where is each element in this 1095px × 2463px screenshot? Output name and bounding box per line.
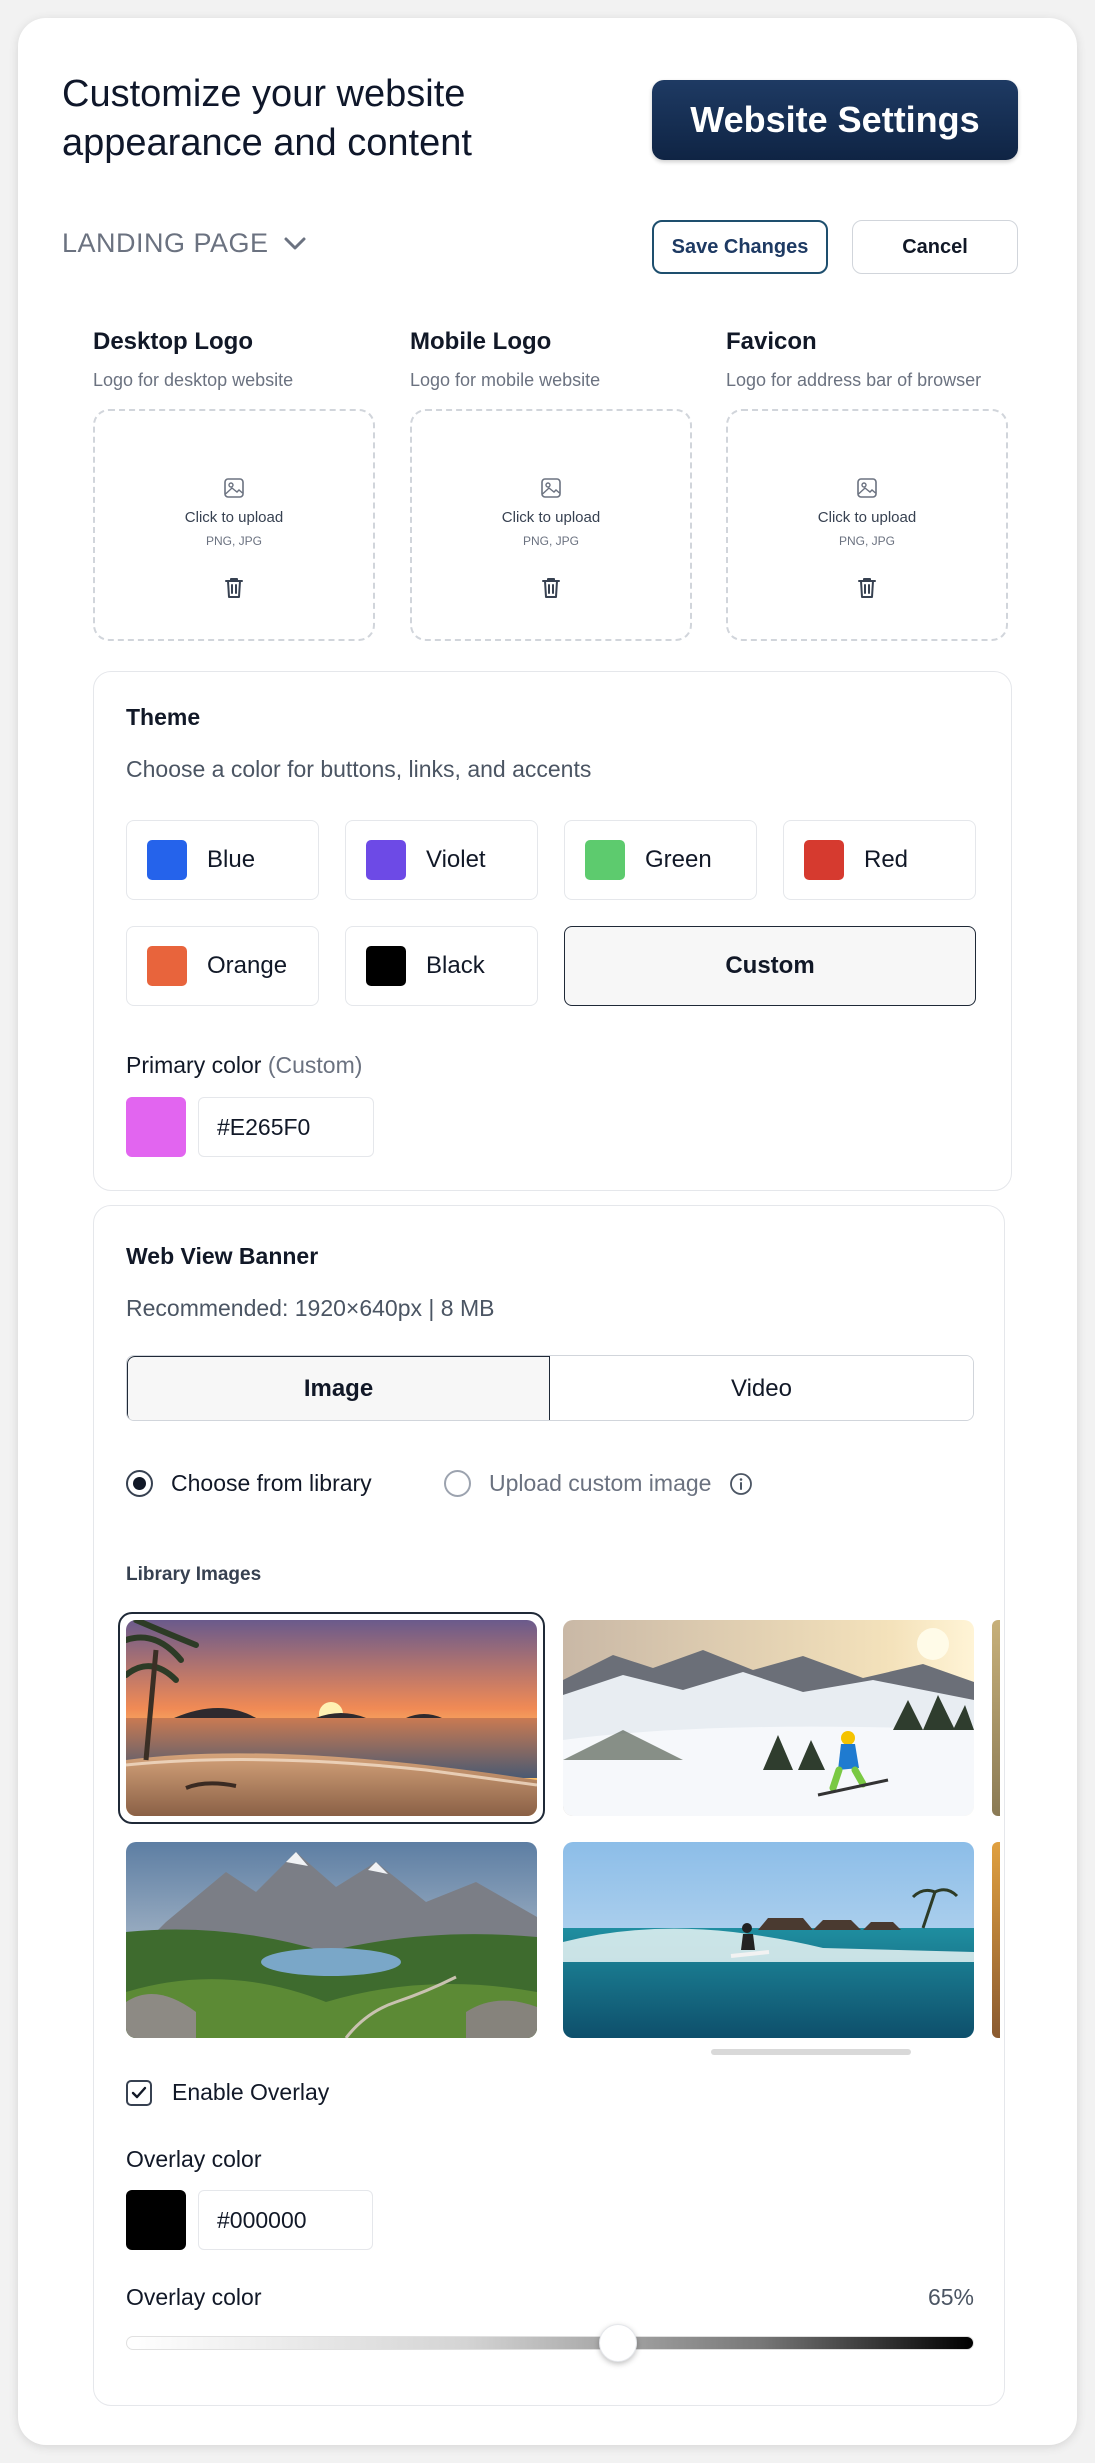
library-image-peek [992, 1842, 1000, 2038]
overlay-color-label: Overlay color [126, 2146, 262, 2172]
theme-option-label: Red [864, 846, 909, 873]
theme-title: Theme [126, 704, 201, 730]
overlay-color-hex-input[interactable]: #000000 [198, 2190, 373, 2250]
theme-option-label: Green [645, 846, 712, 873]
overlay-opacity-value: 65% [927, 2284, 974, 2310]
desktop-logo-subtitle: Logo for desktop website [93, 370, 294, 390]
trash-icon[interactable] [856, 576, 878, 600]
save-changes-button[interactable]: Save Changes [652, 220, 828, 274]
theme-option-orange[interactable]: Orange [126, 926, 319, 1006]
image-icon [541, 478, 561, 498]
checkbox-box [126, 2079, 152, 2106]
carousel-scrollbar[interactable] [711, 2049, 911, 2055]
theme-panel: Theme Choose a color for buttons, links,… [93, 671, 1012, 1191]
image-icon [224, 478, 244, 498]
web-view-banner-panel: Web View Banner Recommended: 1920×640px … [93, 1205, 1005, 2406]
overlay-color-picker[interactable] [126, 2190, 186, 2250]
radio-upload-custom[interactable]: Upload custom image [444, 1470, 753, 1497]
upload-formats: PNG, JPG [522, 534, 579, 548]
upload-text: Click to upload [817, 509, 917, 526]
headline-line-2: appearance and content [62, 122, 472, 164]
radio-choose-library[interactable]: Choose from library [126, 1470, 372, 1497]
banner-recommended: Recommended: 1920×640px | 8 MB [126, 1295, 495, 1321]
trash-icon[interactable] [223, 576, 245, 600]
mobile-logo-section: Mobile Logo Logo for mobile website Clic… [410, 328, 692, 641]
info-icon[interactable] [729, 1472, 753, 1496]
theme-option-violet[interactable]: Violet [345, 820, 538, 900]
page-selector-dropdown[interactable]: LANDING PAGE [62, 228, 307, 259]
tab-image[interactable]: Image [127, 1356, 550, 1420]
theme-subtitle: Choose a color for buttons, links, and a… [126, 756, 592, 782]
upload-text: Click to upload [501, 509, 601, 526]
page-selector-label: LANDING PAGE [62, 228, 269, 258]
enable-overlay-label: Enable Overlay [172, 2079, 330, 2105]
trash-icon[interactable] [540, 576, 562, 600]
primary-color-mode: (Custom) [267, 1052, 363, 1078]
overlay-opacity-slider[interactable] [126, 2336, 974, 2350]
library-image-surf-wave[interactable] [563, 1842, 974, 2038]
library-image-beach-sunset[interactable] [126, 1620, 537, 1816]
radio-upload-label: Upload custom image [489, 1470, 712, 1496]
violet-swatch [366, 840, 406, 880]
theme-option-label: Black [426, 952, 485, 979]
tab-video[interactable]: Video [550, 1356, 973, 1420]
chevron-down-icon [284, 237, 306, 249]
theme-option-label: Blue [207, 846, 256, 873]
desktop-logo-upload[interactable]: Click to upload PNG, JPG [93, 409, 375, 641]
website-settings-button[interactable]: Website Settings [652, 80, 1018, 160]
theme-option-blue[interactable]: Blue [126, 820, 319, 900]
primary-color-label: Primary color (Custom) [126, 1052, 362, 1079]
banner-title: Web View Banner [126, 1243, 319, 1269]
red-swatch [804, 840, 844, 880]
favicon-section: Favicon Logo for address bar of browser … [726, 328, 1008, 641]
media-type-toggle: Image Video [126, 1355, 974, 1421]
slider-thumb[interactable] [598, 2324, 637, 2362]
enable-overlay-checkbox[interactable]: Enable Overlay [126, 2079, 329, 2106]
radio-selected-indicator [126, 1470, 153, 1497]
primary-color-hex-input[interactable]: #E265F0 [198, 1097, 374, 1157]
favicon-title: Favicon [726, 328, 817, 355]
radio-unselected-indicator [444, 1470, 471, 1497]
green-swatch [585, 840, 625, 880]
desktop-logo-title: Desktop Logo [93, 328, 253, 355]
check-icon [131, 2086, 147, 2098]
library-image-peek [992, 1620, 1000, 1816]
primary-color-text: Primary color [126, 1052, 262, 1078]
primary-color-picker[interactable] [126, 1097, 186, 1157]
upload-text: Click to upload [184, 509, 284, 526]
desktop-logo-section: Desktop Logo Logo for desktop website Cl… [93, 328, 375, 641]
image-icon [857, 478, 877, 498]
favicon-upload[interactable]: Click to upload PNG, JPG [726, 409, 1008, 641]
radio-library-label: Choose from library [171, 1470, 372, 1496]
theme-option-label: Orange [207, 952, 288, 979]
cancel-button[interactable]: Cancel [852, 220, 1018, 274]
favicon-subtitle: Logo for address bar of browser [726, 370, 982, 390]
mobile-logo-title: Mobile Logo [410, 328, 552, 355]
theme-option-black[interactable]: Black [345, 926, 538, 1006]
library-image-ski-slope[interactable] [563, 1620, 974, 1816]
theme-option-label: Violet [426, 846, 486, 873]
upload-formats: PNG, JPG [205, 534, 262, 548]
settings-card: Customize your website appearance and co… [18, 18, 1077, 2445]
black-swatch [366, 946, 406, 986]
orange-swatch [147, 946, 187, 986]
page-headline: Customize your website appearance and co… [62, 70, 582, 168]
library-image-mountain-lake[interactable] [126, 1842, 537, 2038]
mobile-logo-upload[interactable]: Click to upload PNG, JPG [410, 409, 692, 641]
theme-option-custom[interactable]: Custom [564, 926, 976, 1006]
headline-line-1: Customize your website [62, 73, 466, 115]
blue-swatch [147, 840, 187, 880]
theme-option-green[interactable]: Green [564, 820, 757, 900]
library-images-label: Library Images [126, 1564, 262, 1585]
upload-formats: PNG, JPG [838, 534, 895, 548]
overlay-opacity-label: Overlay color [126, 2284, 262, 2310]
theme-option-red[interactable]: Red [783, 820, 976, 900]
mobile-logo-subtitle: Logo for mobile website [410, 370, 601, 390]
